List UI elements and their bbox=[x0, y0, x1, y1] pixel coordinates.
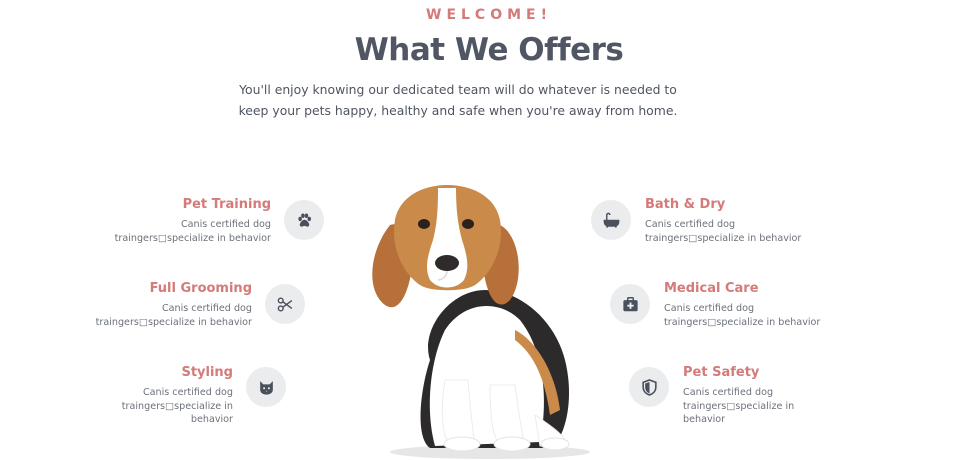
pet-training-icon-circle[interactable] bbox=[284, 200, 324, 240]
section-subtitle: You'll enjoy knowing our dedicated team … bbox=[238, 82, 678, 118]
service-description: Canis certified dog traingers□specialize… bbox=[664, 302, 864, 329]
service-desc-line: traingers□specialize in bbox=[121, 400, 233, 412]
section-title: What We Offers bbox=[354, 32, 624, 68]
service-desc-line: behavior bbox=[683, 414, 726, 425]
service-title: Medical Care bbox=[664, 281, 759, 296]
service-title: Pet Training bbox=[182, 197, 271, 212]
service-description: Canis certified dog traingers□specialize… bbox=[683, 386, 883, 427]
full-grooming-icon-circle[interactable] bbox=[265, 284, 305, 324]
service-desc-line: traingers□specialize in behavior bbox=[664, 316, 821, 328]
service-title: Bath & Dry bbox=[645, 197, 726, 212]
service-title: Styling bbox=[181, 365, 233, 380]
service-desc-line: Canis certified dog bbox=[645, 219, 736, 230]
beagle-dog-image bbox=[372, 185, 590, 459]
scissors-icon bbox=[277, 296, 292, 312]
medical-kit-icon bbox=[622, 296, 638, 311]
service-desc-line: traingers□specialize in behavior bbox=[95, 316, 252, 328]
service-description: Canis certified dog traingers□specialize… bbox=[645, 218, 845, 245]
service-title: Full Grooming bbox=[149, 281, 252, 296]
paw-icon bbox=[297, 213, 311, 227]
service-full-grooming[interactable]: Full Grooming Canis certified dog traing… bbox=[52, 281, 252, 329]
pet-safety-icon-circle[interactable] bbox=[629, 367, 669, 407]
service-desc-line: Canis certified dog bbox=[664, 303, 755, 314]
service-desc-line: traingers□specialize in bbox=[683, 400, 795, 412]
service-desc-line: Canis certified dog bbox=[142, 387, 233, 398]
service-desc-line: behavior bbox=[190, 414, 233, 425]
service-pet-safety[interactable]: Pet Safety Canis certified dog traingers… bbox=[683, 365, 883, 427]
section-eyebrow: WELCOME! bbox=[426, 7, 552, 23]
medical-care-icon-circle[interactable] bbox=[610, 284, 650, 324]
service-medical-care[interactable]: Medical Care Canis certified dog trainge… bbox=[664, 281, 864, 329]
bath-dry-icon-circle[interactable] bbox=[591, 200, 631, 240]
service-pet-training[interactable]: Pet Training Canis certified dog trainge… bbox=[71, 197, 271, 245]
service-title: Pet Safety bbox=[683, 365, 760, 380]
service-desc-line: traingers□specialize in behavior bbox=[645, 232, 802, 244]
service-desc-line: Canis certified dog bbox=[161, 303, 252, 314]
service-desc-line: Canis certified dog bbox=[180, 219, 271, 230]
cat-face-icon bbox=[259, 380, 273, 395]
service-description: Canis certified dog traingers□specialize… bbox=[71, 218, 271, 245]
shield-icon bbox=[641, 378, 657, 396]
service-description: Canis certified dog traingers□specialize… bbox=[33, 386, 233, 427]
service-desc-line: traingers□specialize in behavior bbox=[114, 232, 271, 244]
service-desc-line: Canis certified dog bbox=[683, 387, 774, 398]
service-styling[interactable]: Styling Canis certified dog traingers□sp… bbox=[33, 365, 233, 427]
page: WELCOME! What We Offers You'll enjoy kno… bbox=[0, 0, 978, 460]
service-description: Canis certified dog traingers□specialize… bbox=[52, 302, 252, 329]
service-bath-dry[interactable]: Bath & Dry Canis certified dog traingers… bbox=[645, 197, 845, 245]
bathtub-icon bbox=[603, 212, 619, 228]
styling-icon-circle[interactable] bbox=[246, 367, 286, 407]
